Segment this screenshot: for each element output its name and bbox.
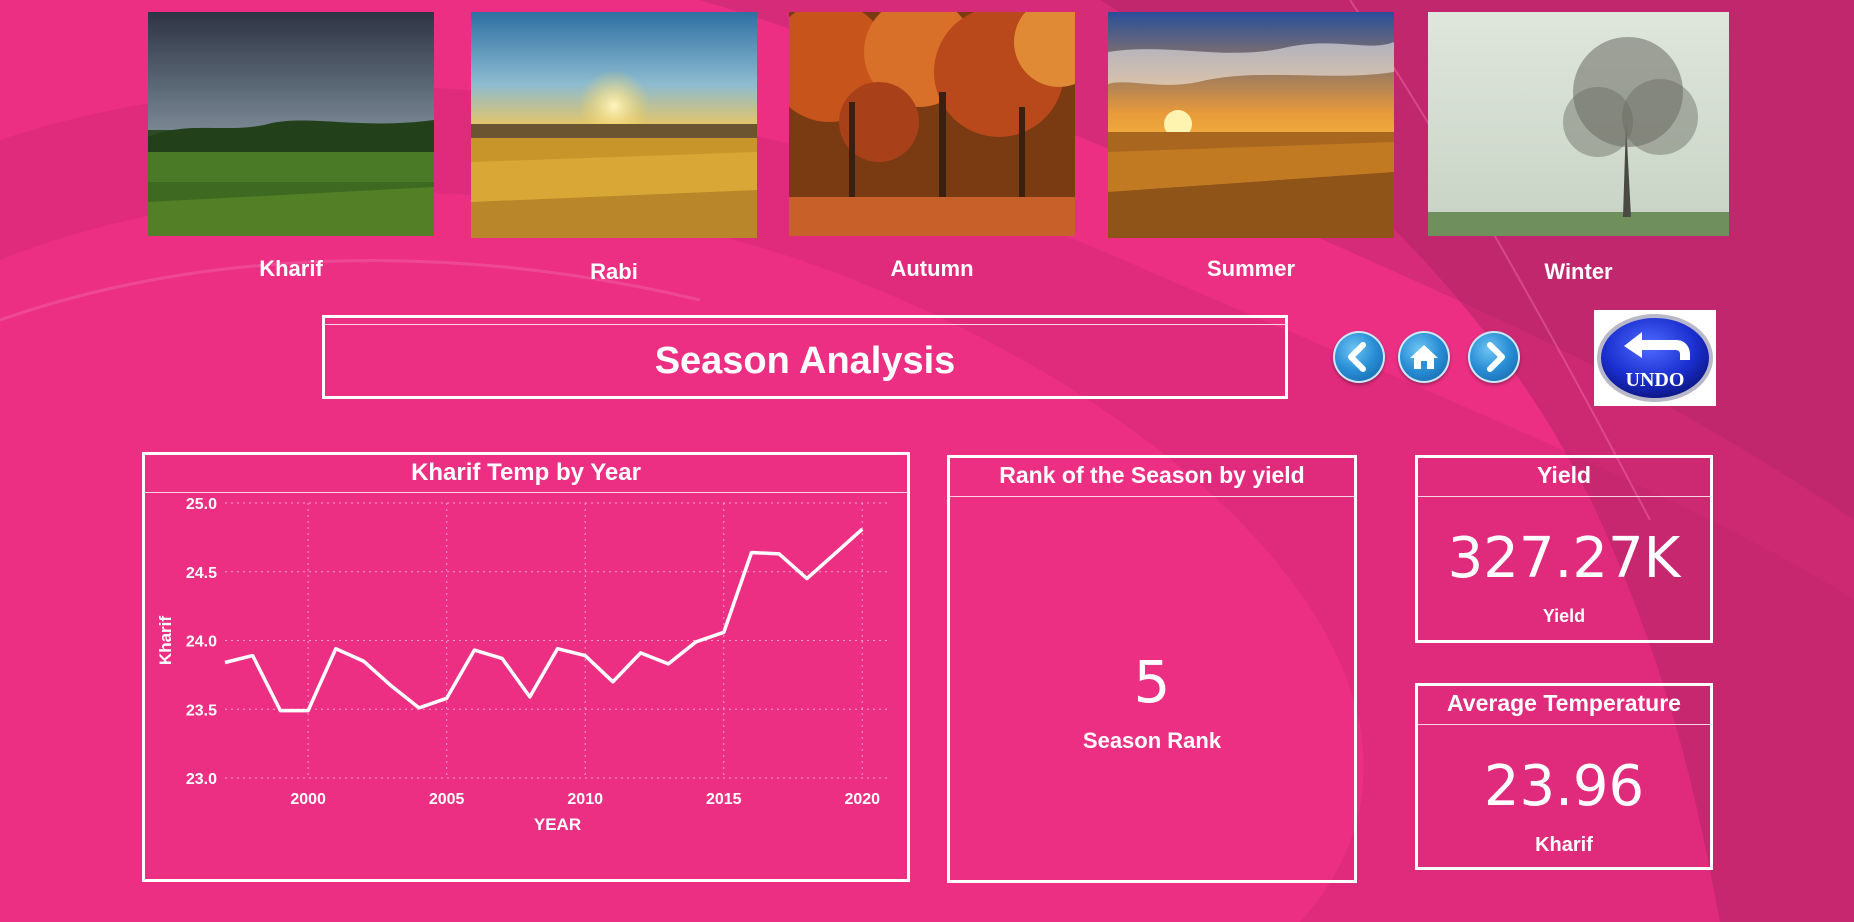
avg-temp-value: 23.96 (1483, 754, 1645, 819)
kharif-season-image (148, 12, 434, 236)
page-title-box: Season Analysis (322, 315, 1288, 399)
summer-season-image (1108, 12, 1394, 238)
season-tile-kharif[interactable]: Kharif (148, 12, 434, 284)
season-label: Autumn (890, 256, 974, 281)
chart-title: Kharif Temp by Year (411, 459, 641, 486)
y-tick-label: 24.5 (186, 565, 217, 582)
yield-value: 327.27K (1447, 526, 1681, 591)
x-tick-label: 2010 (567, 791, 603, 808)
y-tick-label: 23.5 (186, 702, 217, 719)
season-tile-autumn[interactable]: Autumn (789, 12, 1075, 284)
season-rank-value: 5 (1133, 648, 1171, 716)
undo-label: UNDO (1626, 369, 1685, 391)
yield-label: Yield (1542, 606, 1586, 626)
avg-temp-title-divider (1418, 724, 1710, 725)
undo-button[interactable]: UNDO (1594, 310, 1716, 406)
winter-season-image (1428, 12, 1729, 236)
season-label: Rabi (590, 259, 638, 284)
yield-panel-title: Yield (1536, 462, 1592, 488)
season-tile-rabi[interactable]: Rabi (471, 12, 757, 287)
title-divider (325, 324, 1285, 325)
x-tick-label: 2005 (429, 791, 465, 808)
chevron-right-icon (1487, 342, 1505, 372)
yield-title-divider (1418, 496, 1710, 497)
kharif-temp-line-chart: 23.0 23.5 24.0 24.5 25.0 2000 2005 2010 2015 2020… (156, 496, 890, 834)
back-button[interactable] (1333, 331, 1385, 383)
rank-title-divider (950, 496, 1354, 497)
x-tick-label: 2015 (706, 791, 742, 808)
season-tile-winter[interactable]: Winter (1428, 12, 1729, 287)
autumn-season-image (789, 12, 1075, 236)
avg-temp-label: Kharif (1535, 834, 1593, 856)
x-tick-label: 2000 (290, 791, 326, 808)
kharif-temp-series-line (224, 527, 864, 713)
y-tick-label: 23.0 (186, 771, 217, 788)
home-icon (1410, 345, 1438, 369)
page-title: Season Analysis (654, 340, 956, 382)
x-axis-label: YEAR (534, 815, 581, 834)
season-rank-panel: Rank of the Season by yield 5 Season Ran… (947, 455, 1357, 883)
kharif-temp-chart-panel: Kharif Temp by Year 23.0 23.5 24.0 24.5 25.0… (142, 452, 910, 882)
average-temperature-panel: Average Temperature 23.96 Kharif (1415, 683, 1713, 870)
season-label: Kharif (259, 256, 323, 281)
rank-panel-title: Rank of the Season by yield (999, 462, 1305, 488)
rabi-season-image (471, 12, 757, 238)
y-axis-label: Kharif (156, 616, 175, 665)
y-tick-label: 25.0 (186, 496, 217, 513)
undo-icon: UNDO (1597, 314, 1713, 402)
avg-temp-panel-title: Average Temperature (1447, 690, 1681, 716)
season-label: Winter (1544, 259, 1613, 284)
forward-button[interactable] (1468, 331, 1520, 383)
season-label: Summer (1206, 256, 1296, 281)
yield-panel: Yield 327.27K Yield (1415, 455, 1713, 643)
season-rank-label: Season Rank (1082, 728, 1222, 753)
y-tick-label: 24.0 (186, 634, 217, 651)
x-tick-label: 2020 (844, 791, 880, 808)
home-button[interactable] (1398, 331, 1450, 383)
season-tile-summer[interactable]: Summer (1108, 12, 1394, 284)
chevron-left-icon (1348, 342, 1366, 372)
